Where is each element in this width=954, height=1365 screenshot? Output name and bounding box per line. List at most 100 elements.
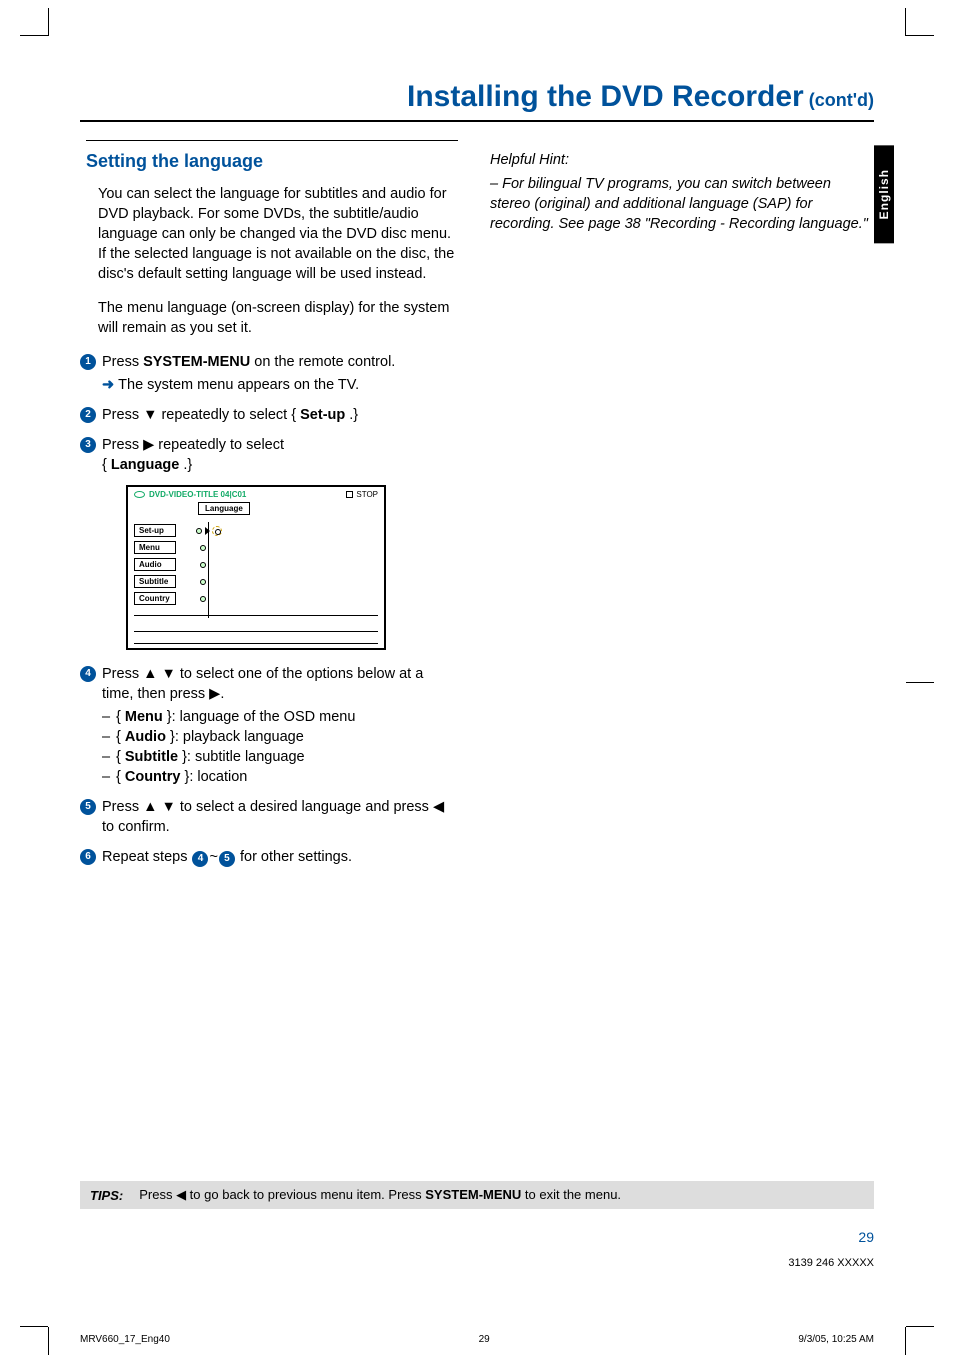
- osd-item-label: Country: [134, 592, 176, 605]
- intro-para-1: You can select the language for subtitle…: [98, 184, 458, 284]
- osd-stop-label: STOP: [356, 490, 378, 499]
- intro-para-2: The menu language (on-screen display) fo…: [98, 298, 458, 338]
- step-number-4: 4: [80, 666, 96, 682]
- step6-text-b: for other settings.: [236, 849, 352, 865]
- osd-item-menu: Menu: [134, 541, 378, 554]
- osd-item-setup: Set-up: [134, 524, 378, 537]
- step4-text: Press ▲ ▼ to select one of the options b…: [102, 664, 458, 704]
- osd-item-label: Menu: [134, 541, 176, 554]
- step-number-3: 3: [80, 437, 96, 453]
- hint-body: – For bilingual TV programs, you can swi…: [490, 174, 868, 234]
- step3-brace-open: {: [102, 457, 111, 473]
- opt-subtitle: Subtitle: [125, 749, 178, 765]
- osd-titlebar: DVD-VIDEO-TITLE 04|C01 STOP: [128, 487, 384, 502]
- osd-title-text: DVD-VIDEO-TITLE 04|C01: [149, 490, 246, 499]
- step2-text-a: Press ▼ repeatedly to select {: [102, 407, 300, 423]
- cropmark: [48, 1327, 49, 1355]
- step2-option: Set-up: [300, 407, 345, 423]
- page-number: 29: [858, 1229, 874, 1245]
- hint-title: Helpful Hint:: [490, 150, 868, 170]
- step-6: 6 Repeat steps 4~5 for other settings.: [80, 847, 458, 867]
- disc-icon: [134, 491, 145, 498]
- title-main: Installing the DVD Recorder: [407, 80, 804, 113]
- footer-left: MRV660_17_Eng40: [80, 1334, 170, 1345]
- section-heading: Setting the language: [86, 140, 458, 172]
- cropmark: [906, 35, 934, 36]
- page-content: Installing the DVD Recorder (cont'd) Eng…: [80, 70, 874, 1275]
- step6-text-a: Repeat steps: [102, 849, 191, 865]
- tree-node-icon: [196, 528, 202, 534]
- osd-tab-row: Language: [128, 502, 384, 518]
- cropmark: [905, 1327, 906, 1355]
- tips-label: TIPS:: [90, 1188, 123, 1203]
- tree-node-icon: [200, 562, 206, 568]
- step-5: 5 Press ▲ ▼ to select a desired language…: [80, 797, 458, 837]
- tips-text-c: to exit the menu.: [521, 1187, 621, 1202]
- osd-menu-figure: DVD-VIDEO-TITLE 04|C01 STOP Language Set…: [126, 485, 386, 650]
- selection-ring-icon: [212, 526, 222, 536]
- osd-item-label: Set-up: [134, 524, 176, 537]
- step-number-6: 6: [80, 849, 96, 865]
- opt-audio: Audio: [125, 729, 166, 745]
- title-suffix: (cont'd): [804, 90, 874, 110]
- tips-menu-key: SYSTEM-MENU: [425, 1187, 521, 1202]
- language-tab: English: [874, 145, 894, 243]
- osd-blank-row: [134, 615, 378, 629]
- tips-text-a: Press ◀ to go back to previous menu item…: [139, 1187, 425, 1202]
- ref-step-4: 4: [192, 851, 208, 867]
- print-footer: MRV660_17_Eng40 29 9/3/05, 10:25 AM: [80, 1334, 874, 1345]
- step3-brace-close: .}: [179, 457, 192, 473]
- opt-audio-desc: }: playback language: [166, 729, 304, 745]
- step-4: 4 Press ▲ ▼ to select one of the options…: [80, 664, 458, 787]
- osd-item-label: Audio: [134, 558, 176, 571]
- footer-right: 9/3/05, 10:25 AM: [798, 1334, 874, 1345]
- tips-bar: TIPS: Press ◀ to go back to previous men…: [80, 1181, 874, 1209]
- step1-text-c: on the remote control.: [250, 354, 395, 370]
- step1-menu-key: SYSTEM-MENU: [143, 354, 250, 370]
- opt-menu: Menu: [125, 709, 163, 725]
- step-number-5: 5: [80, 799, 96, 815]
- opt-menu-desc: }: language of the OSD menu: [163, 709, 356, 725]
- step1-text-a: Press: [102, 354, 143, 370]
- right-column: Helpful Hint: – For bilingual TV program…: [490, 140, 874, 877]
- tree-line: [208, 522, 209, 618]
- left-column: Setting the language You can select the …: [80, 140, 464, 877]
- cropmark: [905, 8, 906, 36]
- osd-item-subtitle: Subtitle: [134, 575, 378, 588]
- step-2: 2 Press ▼ repeatedly to select { Set-up …: [80, 405, 458, 425]
- step-number-2: 2: [80, 407, 96, 423]
- footer-mid: 29: [479, 1334, 490, 1345]
- cropmark: [906, 682, 934, 683]
- step-number-1: 1: [80, 354, 96, 370]
- step-3: 3 Press ▶ repeatedly to select { Languag…: [80, 435, 458, 475]
- part-number: 3139 246 XXXXX: [788, 1257, 874, 1269]
- stop-icon: [346, 491, 353, 498]
- cropmark: [20, 35, 48, 36]
- dash: –: [102, 707, 116, 727]
- dash: –: [102, 747, 116, 767]
- ref-step-5: 5: [219, 851, 235, 867]
- cropmark: [906, 1326, 934, 1327]
- tree-node-icon: [200, 596, 206, 602]
- osd-item-label: Subtitle: [134, 575, 176, 588]
- result-arrow-icon: ➜: [102, 375, 114, 395]
- osd-tab-language: Language: [198, 502, 250, 515]
- tilde-sep: ~: [209, 849, 217, 865]
- step3-option: Language: [111, 457, 179, 473]
- cropmark: [20, 1326, 48, 1327]
- step5-text: Press ▲ ▼ to select a desired language a…: [102, 797, 458, 837]
- osd-blank-row: [134, 631, 378, 644]
- dash: –: [102, 767, 116, 787]
- osd-item-audio: Audio: [134, 558, 378, 571]
- opt-country: Country: [125, 769, 181, 785]
- page-title: Installing the DVD Recorder (cont'd): [80, 80, 874, 122]
- opt-country-desc: }: location: [180, 769, 247, 785]
- step1-result: The system menu appears on the TV.: [118, 375, 359, 395]
- osd-item-country: Country: [134, 592, 378, 605]
- dash: –: [102, 727, 116, 747]
- columns: Setting the language You can select the …: [80, 140, 874, 877]
- step3-line1: Press ▶ repeatedly to select: [102, 435, 458, 455]
- cropmark: [48, 8, 49, 36]
- tree-node-icon: [200, 579, 206, 585]
- opt-subtitle-desc: }: subtitle language: [178, 749, 305, 765]
